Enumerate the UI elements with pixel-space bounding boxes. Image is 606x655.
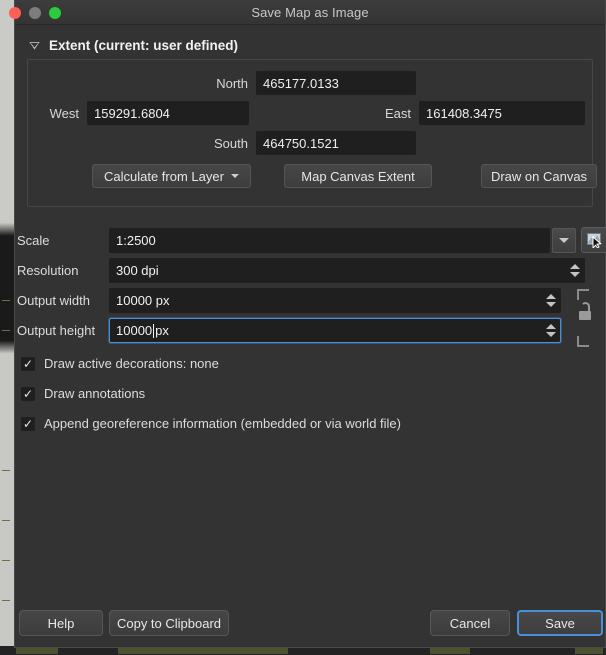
window-controls bbox=[9, 0, 61, 25]
resolution-input[interactable]: 300 dpi bbox=[109, 258, 585, 283]
chevron-down-icon[interactable] bbox=[29, 42, 40, 50]
save-map-as-image-dialog: Save Map as Image Extent (current: user … bbox=[9, 0, 606, 648]
resolution-value: 300 dpi bbox=[116, 263, 159, 278]
map-canvas-extent-label: Map Canvas Extent bbox=[301, 168, 415, 184]
calculate-from-layer-button[interactable]: Calculate from Layer bbox=[92, 164, 251, 188]
output-width-row: Output width 10000 px bbox=[17, 288, 561, 313]
spinner-arrows-icon[interactable] bbox=[568, 261, 581, 281]
save-button[interactable]: Save bbox=[517, 610, 603, 636]
output-width-input[interactable]: 10000 px bbox=[109, 288, 561, 313]
help-button[interactable]: Help bbox=[19, 610, 103, 636]
zoom-button[interactable] bbox=[49, 6, 61, 19]
west-input[interactable]: 159291.6804 bbox=[87, 101, 249, 125]
aspect-ratio-lock-toggle[interactable] bbox=[575, 289, 595, 347]
draw-on-canvas-button[interactable]: Draw on Canvas bbox=[481, 164, 597, 188]
copy-to-clipboard-label: Copy to Clipboard bbox=[116, 615, 222, 631]
checkbox-indicator[interactable]: ✓ bbox=[21, 386, 35, 401]
draw-on-canvas-label: Draw on Canvas bbox=[490, 168, 588, 184]
background-map-ruler bbox=[0, 0, 14, 655]
east-label: East bbox=[384, 105, 411, 121]
south-row: South 464750.1521 bbox=[28, 131, 424, 155]
save-label: Save bbox=[545, 615, 575, 631]
scale-row: Scale 1:2500 bbox=[17, 228, 593, 253]
set-scale-from-canvas-icon bbox=[586, 232, 602, 248]
output-height-unit: px bbox=[155, 323, 169, 338]
west-row: West 159291.6804 bbox=[35, 101, 249, 125]
set-scale-from-canvas-button[interactable] bbox=[581, 227, 606, 253]
output-width-value: 10000 px bbox=[116, 293, 170, 308]
chevron-down-icon bbox=[559, 238, 569, 243]
output-height-label: Output height bbox=[17, 323, 96, 338]
padlock-body-icon bbox=[579, 311, 591, 320]
scale-label: Scale bbox=[17, 233, 50, 248]
south-input[interactable]: 464750.1521 bbox=[256, 131, 416, 155]
output-height-row: Output height 10000 px bbox=[17, 318, 561, 343]
checkbox-label: Draw annotations bbox=[44, 386, 146, 401]
output-height-value: 10000 bbox=[116, 323, 153, 338]
minimize-button[interactable] bbox=[29, 6, 41, 19]
spinner-arrows-icon[interactable] bbox=[544, 321, 557, 341]
extent-group-header[interactable]: Extent (current: user defined) bbox=[29, 38, 593, 53]
checkbox-label: Draw active decorations: none bbox=[44, 356, 219, 371]
extent-group-box: North 465177.0133 West 159291.6804 East … bbox=[27, 59, 597, 207]
help-label: Help bbox=[47, 615, 75, 631]
resolution-label: Resolution bbox=[17, 263, 79, 278]
close-button[interactable] bbox=[9, 6, 21, 19]
dialog-footer: Help Copy to Clipboard Cancel Save bbox=[15, 601, 605, 647]
checkbox-indicator[interactable]: ✓ bbox=[21, 416, 35, 431]
chevron-down-icon bbox=[230, 174, 239, 178]
dialog-title: Save Map as Image bbox=[251, 4, 369, 20]
east-row: East 161408.3475 bbox=[371, 101, 585, 125]
north-label: North bbox=[216, 75, 248, 91]
cancel-label: Cancel bbox=[449, 615, 491, 631]
checkbox-indicator[interactable]: ✓ bbox=[21, 356, 35, 371]
east-input[interactable]: 161408.3475 bbox=[419, 101, 585, 125]
spinner-arrows-icon[interactable] bbox=[544, 291, 557, 311]
map-canvas-extent-button[interactable]: Map Canvas Extent bbox=[284, 164, 432, 188]
output-height-input[interactable]: 10000 px bbox=[109, 318, 561, 343]
output-width-label: Output width bbox=[17, 293, 90, 308]
resolution-row: Resolution 300 dpi bbox=[17, 258, 585, 283]
bracket-bottom-icon bbox=[577, 336, 589, 347]
west-label: West bbox=[49, 105, 79, 121]
extent-group-title: Extent (current: user defined) bbox=[49, 38, 239, 53]
north-input[interactable]: 465177.0133 bbox=[256, 71, 416, 95]
copy-to-clipboard-button[interactable]: Copy to Clipboard bbox=[109, 610, 229, 636]
north-row: North 465177.0133 bbox=[28, 71, 424, 95]
dialog-title-bar[interactable]: Save Map as Image bbox=[9, 0, 605, 25]
calculate-from-layer-label: Calculate from Layer bbox=[104, 168, 224, 184]
checkbox-draw-annotations[interactable]: ✓ Draw annotations bbox=[21, 386, 145, 401]
text-cursor bbox=[153, 323, 155, 338]
bracket-top-icon bbox=[577, 289, 589, 300]
scale-input[interactable]: 1:2500 bbox=[109, 228, 550, 253]
cancel-button[interactable]: Cancel bbox=[430, 610, 510, 636]
south-label: South bbox=[214, 135, 248, 151]
dialog-body: Extent (current: user defined) North 465… bbox=[15, 25, 606, 601]
scale-dropdown-button[interactable] bbox=[552, 228, 576, 253]
checkbox-label: Append georeference information (embedde… bbox=[44, 416, 401, 431]
checkbox-append-georeference[interactable]: ✓ Append georeference information (embed… bbox=[21, 416, 401, 431]
checkbox-draw-decorations[interactable]: ✓ Draw active decorations: none bbox=[21, 356, 219, 371]
